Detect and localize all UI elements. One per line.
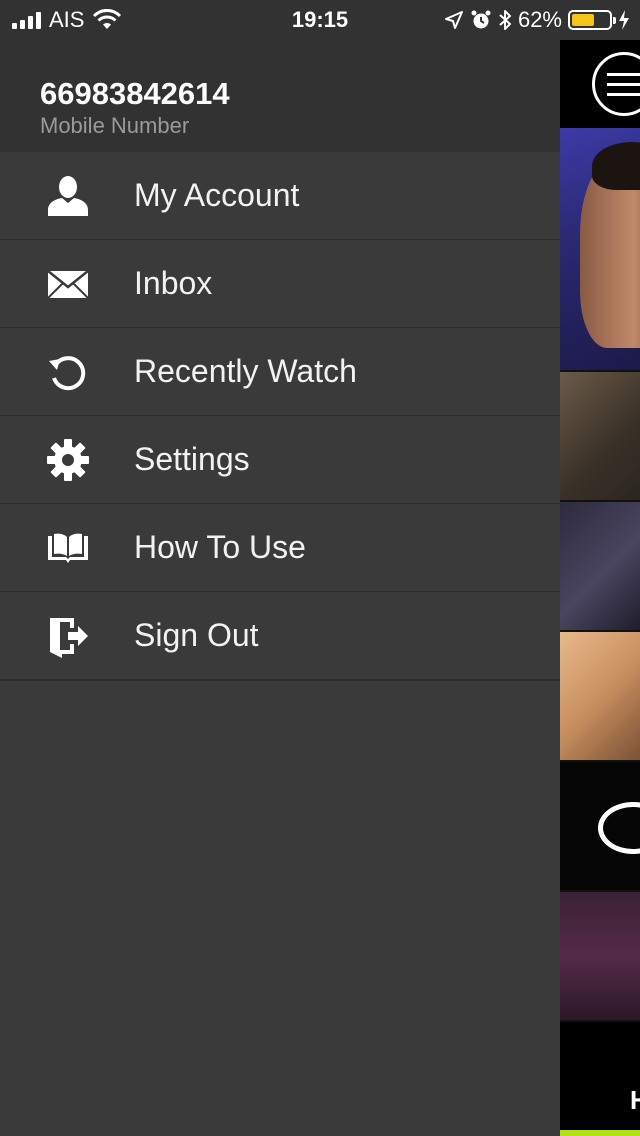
envelope-icon — [46, 262, 90, 306]
user-icon — [46, 174, 90, 218]
banner-partial-text: H — [630, 1085, 640, 1115]
menu-item-label: Inbox — [134, 265, 213, 301]
menu-item-my-account[interactable]: My Account — [0, 152, 560, 240]
gear-icon — [46, 438, 90, 482]
bottom-banner[interactable]: H — [560, 1032, 640, 1136]
accent-bar — [560, 1130, 640, 1136]
menu-item-label: How To Use — [134, 529, 306, 565]
main-content-peek[interactable]: H — [560, 40, 640, 1136]
content-thumbnail[interactable] — [560, 128, 640, 372]
battery-percent: 62% — [517, 7, 562, 32]
sign-out-icon — [46, 614, 90, 658]
status-right: 62% — [444, 7, 630, 33]
content-thumbnail[interactable] — [560, 632, 640, 762]
battery-icon — [568, 10, 616, 30]
alarm-icon — [471, 10, 491, 29]
menu-item-how-to-use[interactable]: How To Use — [0, 504, 560, 592]
menu-item-recently-watch[interactable]: Recently Watch — [0, 328, 560, 416]
menu-item-label: My Account — [134, 177, 300, 213]
content-thumbnail[interactable] — [560, 762, 640, 892]
content-thumbnail[interactable] — [560, 502, 640, 632]
menu-item-label: Sign Out — [134, 617, 259, 653]
book-icon — [46, 526, 90, 570]
drawer-menu: My Account Inbox Recently Watch Settings… — [0, 152, 560, 681]
thumbnail-hair-shape — [592, 142, 640, 190]
location-arrow-icon — [444, 11, 463, 29]
status-bar: AIS 19:15 62% — [0, 0, 640, 40]
profile-header: 66983842614 Mobile Number — [0, 40, 560, 152]
channel-logo-icon — [598, 802, 640, 854]
content-thumbnail[interactable] — [560, 892, 640, 1022]
menu-item-sign-out[interactable]: Sign Out — [0, 592, 560, 681]
mobile-number-label: Mobile Number — [40, 113, 190, 138]
content-thumbnail[interactable] — [560, 372, 640, 502]
menu-item-inbox[interactable]: Inbox — [0, 240, 560, 328]
bluetooth-icon — [499, 10, 511, 30]
side-drawer: 66983842614 Mobile Number My Account Inb… — [0, 40, 560, 1136]
menu-item-label: Settings — [134, 441, 250, 477]
hamburger-menu-button[interactable] — [592, 52, 640, 116]
mobile-number: 66983842614 — [40, 76, 230, 111]
menu-item-label: Recently Watch — [134, 353, 357, 389]
charging-bolt-icon — [619, 10, 629, 30]
menu-item-settings[interactable]: Settings — [0, 416, 560, 504]
app-top-bar — [560, 40, 640, 128]
history-icon — [46, 350, 90, 394]
